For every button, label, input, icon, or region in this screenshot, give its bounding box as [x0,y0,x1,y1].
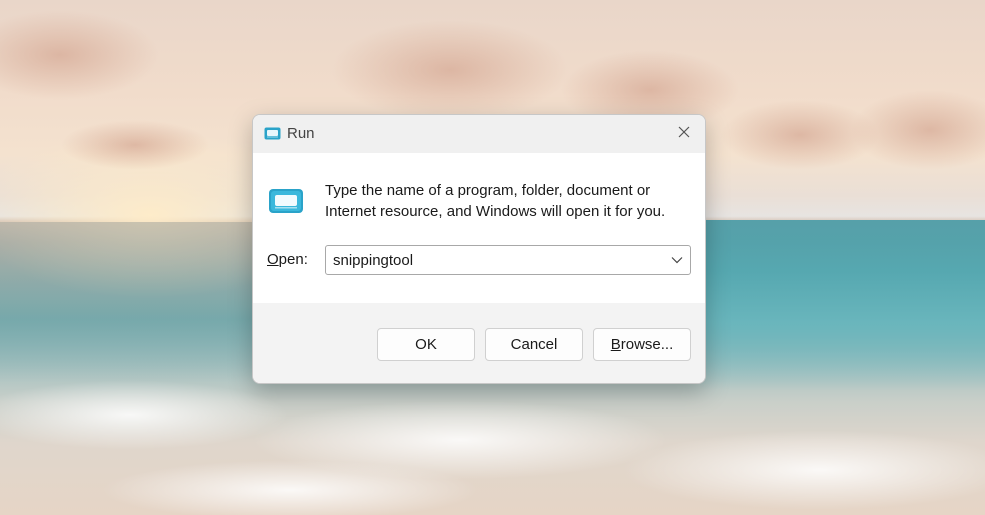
wallpaper-cloud [330,20,570,120]
wallpaper-foam [0,380,290,450]
run-icon [268,188,304,214]
open-input[interactable] [326,246,656,274]
wallpaper-cloud [850,90,985,170]
close-icon [678,125,690,143]
wallpaper-sea [0,222,260,382]
dialog-description: Type the name of a program, folder, docu… [325,182,666,220]
close-button[interactable] [663,115,705,153]
dialog-footer: OK Cancel Browse... [253,303,705,383]
ok-button[interactable]: OK [377,328,475,361]
title-bar[interactable]: Run [253,115,705,153]
dropdown-button[interactable] [668,251,686,269]
wallpaper-foam [100,460,480,515]
run-icon [264,127,281,140]
wallpaper-cloud [60,120,210,170]
dialog-title: Run [287,125,315,142]
wallpaper-foam [620,430,985,510]
chevron-down-icon [671,251,683,269]
open-combobox[interactable] [325,245,691,275]
wallpaper-cloud [0,10,160,100]
dialog-content: Type the name of a program, folder, docu… [253,153,705,303]
wallpaper-sea [700,220,985,390]
run-dialog: Run Type the name of a program, folder, … [252,114,706,384]
open-label: Open: [267,251,308,268]
browse-button[interactable]: Browse... [593,328,691,361]
cancel-button[interactable]: Cancel [485,328,583,361]
